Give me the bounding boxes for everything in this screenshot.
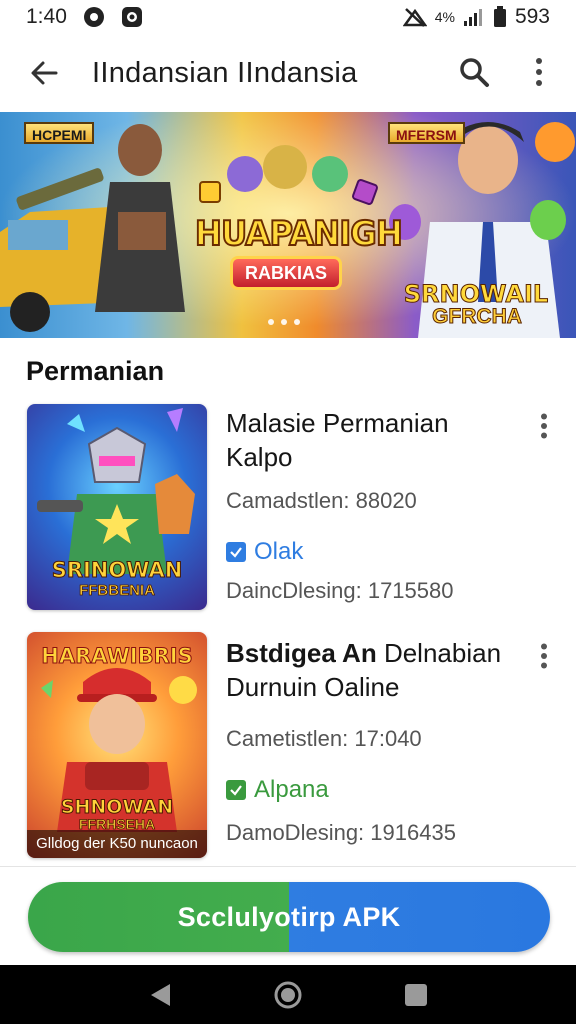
game-title[interactable]: Malasie Permanian Kalpo (226, 406, 526, 474)
system-navigation-bar (0, 965, 576, 1024)
banner-badge: RABKIAS (230, 256, 342, 290)
game-title-rest: Delnabian (376, 638, 502, 668)
game-options-button[interactable] (526, 406, 562, 446)
battery-level-text: 593 (514, 5, 550, 28)
checkbox-icon (226, 542, 246, 562)
game-thumbnail[interactable]: HARAWIBRIS SHNOWAN FFRHSEHA Glldog der K… (27, 632, 207, 858)
more-vert-icon (536, 58, 542, 86)
game-status: Alpana (226, 776, 329, 804)
game-status-label: Olak (254, 538, 304, 565)
nav-recents-button[interactable] (392, 971, 440, 1019)
game-title-line1: Malasie Permanian (226, 408, 449, 438)
carousel-dot[interactable] (294, 319, 300, 325)
search-icon (460, 58, 489, 87)
game-meta: Cametistlen: 17:040 (226, 726, 422, 751)
game-title[interactable]: Bstdigea An Delnabian Durnuin Oaline (226, 636, 526, 704)
record-icon (83, 6, 105, 28)
app-bar: IIndansian IIndansia (0, 36, 576, 110)
carousel-dot[interactable] (268, 319, 274, 325)
search-button[interactable] (446, 44, 502, 100)
banner-headline: HUAPANIGH (194, 213, 404, 255)
network-speed-text: 4% (434, 9, 455, 25)
carousel-indicator[interactable] (268, 319, 300, 325)
download-button-label: Scclulyotirp APK (177, 901, 401, 932)
status-time: 1:40 (26, 5, 67, 28)
battery-icon (493, 6, 507, 28)
phone-screen: 1:40 4% 593 IIndansian IIndansia HCPEMI … (0, 0, 576, 1024)
thumbnail-title: SRINOWAN (51, 558, 183, 583)
download-apk-button[interactable]: Scclulyotirp APK (28, 882, 550, 952)
divider (0, 866, 576, 867)
game-thumbnail[interactable]: SRINOWAN FFBBENIA (27, 404, 207, 610)
page-title: IIndansian IIndansia (92, 56, 358, 89)
banner-right-subtitle: GFRCHA (432, 305, 523, 329)
game-title-line2: Kalpo (226, 442, 293, 472)
banner-tag-left: HCPEMI (24, 122, 95, 144)
thumbnail-top-title: HARAWIBRIS (41, 644, 193, 669)
game-status-label: Alpana (254, 776, 329, 803)
circle-home-icon (274, 981, 302, 1008)
arrow-back-icon (31, 61, 58, 85)
checkbox-icon (226, 780, 246, 800)
game-title-bold: Bstdigea An (226, 638, 377, 668)
square-recents-icon (405, 983, 427, 1006)
game-options-button[interactable] (526, 636, 562, 676)
back-button[interactable] (14, 43, 74, 103)
game-downloads: DaincDlesing: 1715580 (226, 578, 454, 603)
section-title: Permanian (26, 356, 165, 386)
thumbnail-title: SHNOWAN (60, 796, 174, 819)
game-list-item[interactable]: HARAWIBRIS SHNOWAN FFRHSEHA Glldog der K… (0, 632, 576, 862)
carousel-dot[interactable] (281, 319, 287, 325)
thumbnail-subtitle: FFBBENIA (79, 582, 156, 600)
banner-tag-right: MFERSM (388, 122, 465, 144)
game-title-line2: Durnuin Oaline (226, 672, 400, 702)
game-list-item[interactable]: SRINOWAN FFBBENIA Malasie Permanian Kalp… (0, 404, 576, 614)
signal-strength-icon (463, 7, 485, 27)
overflow-menu-button[interactable] (514, 44, 564, 100)
no-signal-icon (402, 7, 427, 27)
game-meta: Camadstlen: 88020 (226, 488, 417, 513)
more-vert-icon (541, 413, 547, 439)
game-status: Olak (226, 538, 303, 566)
more-vert-icon (541, 643, 547, 669)
thumbnail-caption: Glldog der K50 nuncaon (27, 830, 207, 858)
nav-back-button[interactable] (136, 971, 184, 1019)
triangle-back-icon (151, 983, 170, 1006)
status-bar: 1:40 4% 593 (0, 0, 576, 34)
nav-home-button[interactable] (264, 971, 312, 1019)
game-downloads: DamoDlesing: 1916435 (226, 820, 456, 845)
banner-right-title: SRNOWAIL (403, 280, 549, 309)
app-notification-icon (121, 6, 143, 28)
